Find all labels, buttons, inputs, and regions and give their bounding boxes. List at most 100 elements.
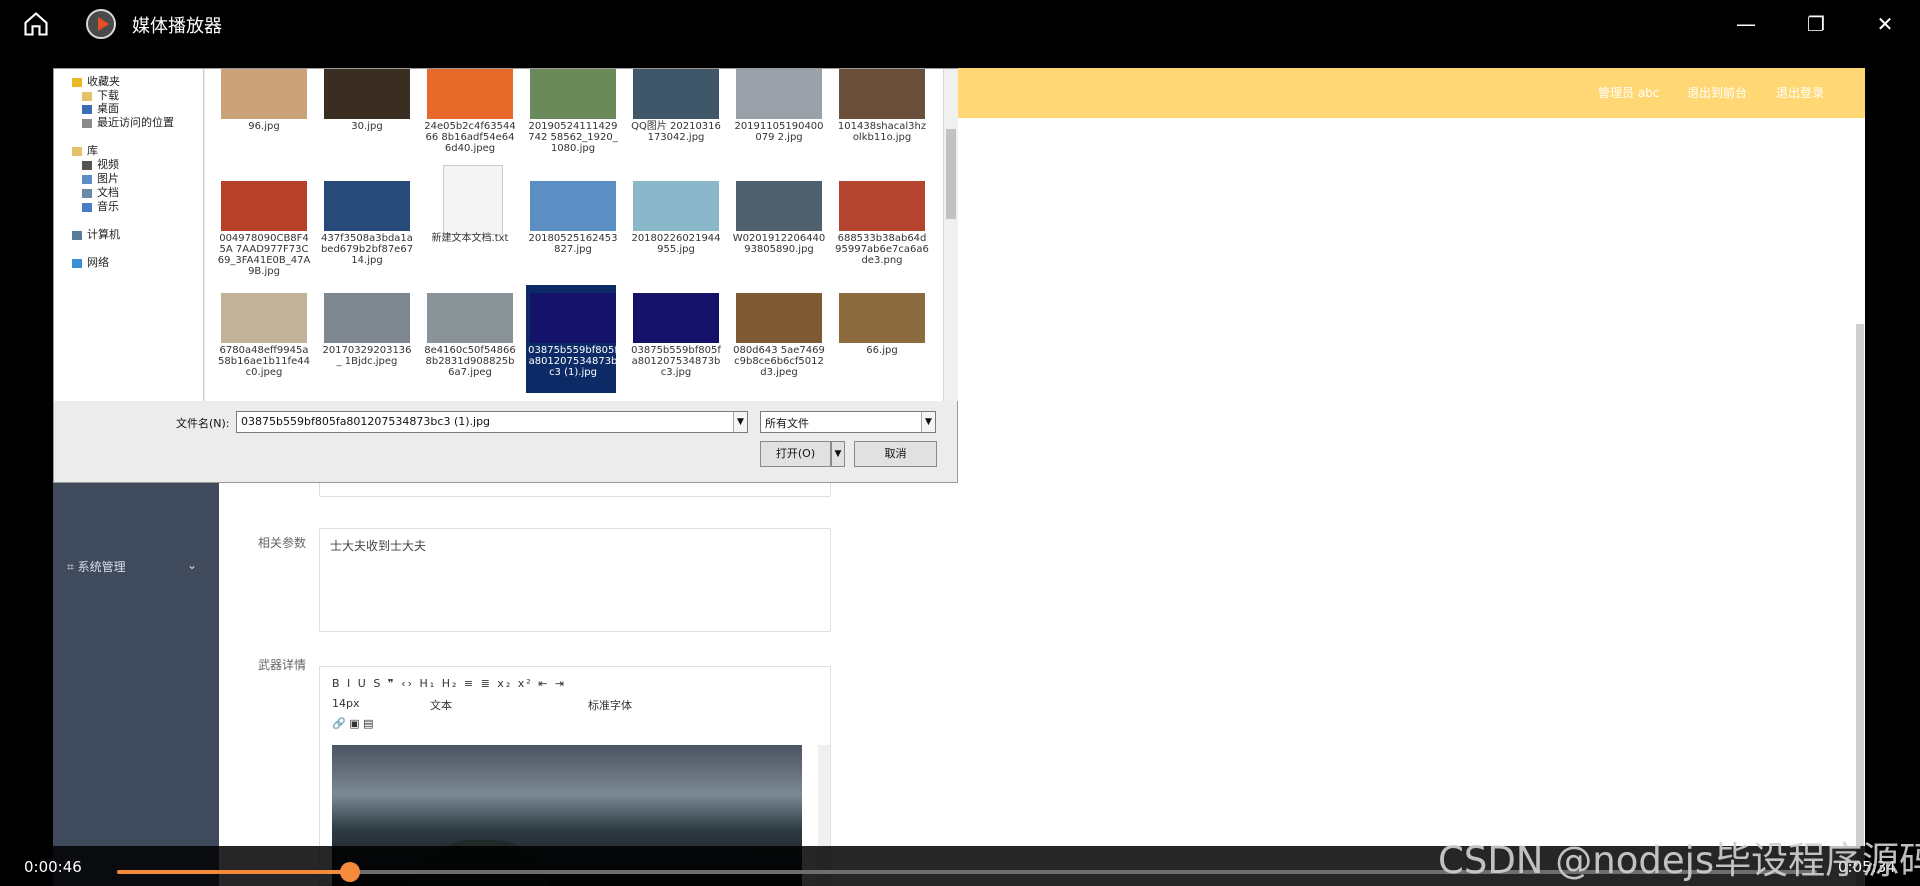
file-item[interactable]: 20191105190400079 2.jpg [732, 69, 824, 169]
file-thumbnail [221, 181, 307, 231]
chevron-down-icon[interactable]: ▼ [921, 412, 935, 432]
file-item[interactable]: 688533b38ab64d95997ab6e7ca6a6de3.png [835, 173, 929, 281]
file-item[interactable]: 24e05b2c4f6354466 8b16adf54e646d40.jpeg [423, 69, 516, 169]
menu-icon: ⌗ [67, 560, 74, 574]
file-thumbnail [221, 69, 307, 119]
file-thumbnail [530, 181, 616, 231]
seek-handle[interactable] [339, 862, 360, 882]
restore-icon[interactable]: ❐ [1802, 10, 1830, 38]
tree-item-9[interactable]: 计算机 [72, 226, 120, 242]
file-item[interactable]: 101438shacal3hz olkb11o.jpg [835, 69, 926, 169]
file-thumbnail [530, 69, 616, 119]
file-name: 004978090CB8F45A 7AAD977F73C69_3FA41E0B_… [217, 233, 311, 277]
file-item[interactable]: 8e4160c50f54866 8b2831d908825b6a7.jpeg [423, 285, 516, 393]
file-name: 080d643 5ae7469 c9b8ce6b6cf5012d3.jpeg [733, 345, 825, 378]
file-name: 03875b559bf805f a801207534873bc3.jpg [631, 345, 721, 378]
page-scrollbar[interactable] [1856, 324, 1864, 886]
file-item[interactable]: 66.jpg [835, 285, 925, 393]
chevron-down-icon[interactable]: ▼ [733, 412, 747, 432]
cancel-button[interactable]: 取消 [854, 441, 937, 467]
nav-tree[interactable]: 收藏夹 下载 桌面 最近访问的位置库视频 图片 文档 音乐 计算机 网络 [54, 69, 204, 401]
player-logo-icon [86, 9, 116, 39]
link-icon[interactable]: 🔗 ▣ ▤ [332, 717, 373, 730]
param-value: 士大夫收到士大夫 [330, 539, 427, 553]
file-thumbnail [839, 181, 925, 231]
file-name: 437f3508a3bda1a bed679b2bf87e67 14.jpg [320, 233, 414, 266]
file-thumbnail [427, 293, 513, 343]
file-thumbnail [443, 165, 503, 235]
tree-item-8[interactable]: 音乐 [82, 198, 119, 214]
file-name: 66.jpg [866, 345, 898, 356]
file-item[interactable]: 03875b559bf805f a801207534873bc3.jpg [629, 285, 721, 393]
filetype-value: 所有文件 [765, 417, 809, 430]
logout-link[interactable]: 退出登录 [1776, 84, 1824, 101]
file-grid-scrollbar[interactable] [943, 69, 958, 401]
file-name: 新建文本文档.txt [431, 233, 509, 244]
file-name: 20180525162453827.jpg [528, 233, 618, 255]
sidebar-item-system[interactable]: ⌗ 系统管理 ⌄ [67, 558, 197, 575]
file-thumbnail [324, 69, 410, 119]
file-name: QQ图片 20210316173042.jpg [631, 121, 721, 143]
file-item[interactable]: 080d643 5ae7469 c9b8ce6b6cf5012d3.jpeg [732, 285, 825, 393]
filename-input[interactable]: 03875b559bf805fa801207534873bc3 (1).jpg … [236, 411, 748, 433]
open-button[interactable]: 打开(O) [760, 441, 831, 467]
file-item[interactable]: W020191220644093805890.jpg [732, 173, 825, 281]
file-item[interactable]: 004978090CB8F45A 7AAD977F73C69_3FA41E0B_… [217, 173, 310, 281]
library-icon [72, 146, 82, 156]
file-name: 96.jpg [248, 121, 280, 132]
file-name: 8e4160c50f54866 8b2831d908825b6a7.jpeg [424, 345, 516, 378]
file-item[interactable]: 96.jpg [217, 69, 307, 169]
filetype-select[interactable]: 所有文件 ▼ [760, 411, 936, 433]
file-item[interactable]: 20190524111429742 58562_1920_1080.jpg [526, 69, 618, 169]
font-family-select[interactable]: 标准字体 [588, 697, 632, 713]
tree-item-label: 最近访问的位置 [97, 116, 174, 129]
detail-label: 武器详情 [258, 658, 307, 672]
close-icon[interactable]: ✕ [1871, 10, 1899, 38]
file-name: 20190524111429742 58562_1920_1080.jpg [528, 121, 618, 154]
file-item[interactable]: 03875b559bf805f a801207534873bc3 (1).jpg [526, 285, 618, 393]
file-thumbnail [633, 69, 719, 119]
file-thumbnail [324, 293, 410, 343]
file-thumbnail [736, 69, 822, 119]
minimize-icon[interactable]: — [1732, 10, 1760, 38]
file-item[interactable]: 20170329203136_ 1Bjdc.jpeg [320, 285, 412, 393]
tree-item-3[interactable]: 最近访问的位置 [82, 114, 174, 130]
file-item[interactable]: 437f3508a3bda1a bed679b2bf87e67 14.jpg [320, 173, 413, 281]
file-item[interactable]: QQ图片 20210316173042.jpg [629, 69, 721, 169]
param-label: 相关参数 [258, 536, 307, 550]
seek-progress [117, 870, 350, 874]
video-icon [82, 160, 92, 170]
file-thumbnail [530, 293, 616, 343]
picture-icon [82, 174, 92, 184]
file-item[interactable]: 20180226021944955.jpg [629, 173, 721, 281]
tree-item-label: 音乐 [97, 200, 119, 213]
file-item[interactable]: 20180525162453827.jpg [526, 173, 618, 281]
tree-item-10[interactable]: 网络 [72, 254, 109, 270]
file-name: 101438shacal3hz olkb11o.jpg [837, 121, 927, 143]
paragraph-select[interactable]: 文本 [430, 697, 452, 713]
player-title: 媒体播放器 [132, 16, 222, 37]
font-size-select[interactable]: 14px [332, 697, 360, 710]
file-item[interactable]: 6780a48eff9945a 58b16ae1b11fe44c0.jpeg [217, 285, 310, 393]
file-grid[interactable]: 96.jpg 30.jpg 24e05b2c4f6354466 8b16adf54e… [205, 69, 943, 401]
file-item[interactable]: 新建文本文档.txt [423, 165, 513, 281]
file-open-dialog[interactable]: 收藏夹 下载 桌面 最近访问的位置库视频 图片 文档 音乐 计算机 网络 96.jpg 30.jp… [53, 68, 958, 483]
editor-toolbar-row1[interactable]: B I U S ❞ ‹› H₁ H₂ ≡ ≣ x₂ x² ⇤ ⇥ [332, 677, 566, 690]
file-thumbnail [221, 293, 307, 343]
back-to-front-link[interactable]: 退出到前台 [1687, 84, 1747, 101]
scroll-thumb[interactable] [946, 129, 956, 219]
file-thumbnail [633, 181, 719, 231]
file-thumbnail [427, 69, 513, 119]
file-thumbnail [324, 181, 410, 231]
file-thumbnail [839, 293, 925, 343]
current-time: 0:00:46 [24, 858, 82, 876]
param-textarea[interactable]: 士大夫收到士大夫 [319, 528, 831, 632]
open-dropdown-icon[interactable]: ▼ [831, 441, 845, 467]
desktop-icon [82, 104, 92, 114]
music-icon [82, 202, 92, 212]
file-name: 20170329203136_ 1Bjdc.jpeg [322, 345, 412, 367]
file-item[interactable]: 30.jpg [320, 69, 410, 169]
tree-item-label: 计算机 [87, 228, 120, 241]
file-name: 688533b38ab64d95997ab6e7ca6a6de3.png [835, 233, 929, 266]
home-icon[interactable] [22, 10, 50, 38]
